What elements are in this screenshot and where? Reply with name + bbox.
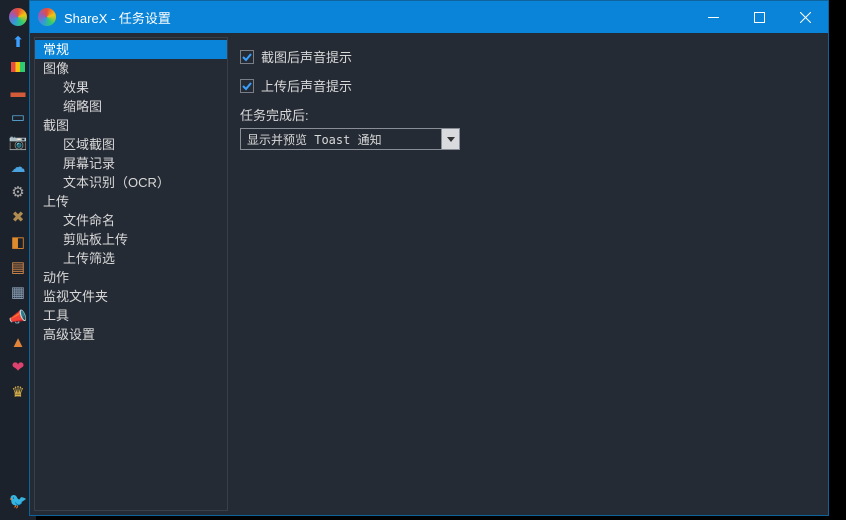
tree-item[interactable]: 区域截图	[35, 135, 227, 154]
traffic-icon[interactable]: ▲	[7, 333, 29, 351]
tree-item[interactable]: 文本识别（OCR）	[35, 173, 227, 192]
settings-tree[interactable]: 常规图像效果缩略图截图区域截图屏幕记录文本识别（OCR）上传文件命名剪贴板上传上…	[34, 37, 228, 511]
window-title: ShareX - 任务设置	[64, 8, 171, 27]
settings-window: ShareX - 任务设置 常规图像效果缩略图截图区域截图屏幕记录文本识别（OC…	[29, 0, 829, 516]
tree-item[interactable]: 缩略图	[35, 97, 227, 116]
close-button[interactable]	[782, 1, 828, 33]
color-icon[interactable]: ◧	[7, 233, 29, 251]
cloud-icon[interactable]: ☁	[7, 158, 29, 176]
titlebar: ShareX - 任务设置	[30, 1, 828, 33]
camera-icon[interactable]: 📷	[7, 133, 29, 151]
tree-item[interactable]: 截图	[35, 116, 227, 135]
gear-icon[interactable]: ⚙	[7, 183, 29, 201]
tree-item[interactable]: 上传	[35, 192, 227, 211]
checkbox-label: 截图后声音提示	[261, 47, 352, 66]
chevron-down-icon	[441, 129, 459, 149]
grid-icon[interactable]	[7, 58, 29, 76]
layers-icon[interactable]: ▦	[7, 283, 29, 301]
tree-item[interactable]: 监视文件夹	[35, 287, 227, 306]
tree-item[interactable]: 高级设置	[35, 325, 227, 344]
news-icon[interactable]: ▤	[7, 258, 29, 276]
crown-icon[interactable]: ♛	[7, 383, 29, 401]
tree-item[interactable]: 剪贴板上传	[35, 230, 227, 249]
twitter-icon[interactable]: 🐦	[7, 492, 29, 510]
heart-icon[interactable]: ❤	[7, 358, 29, 376]
settings-content-panel: 截图后声音提示 上传后声音提示 任务完成后: 显示并预览 Toast 通知	[228, 33, 828, 515]
right-margin	[829, 0, 846, 520]
wrench-icon[interactable]: ✖	[7, 208, 29, 226]
tree-item[interactable]: 常规	[35, 40, 227, 59]
tree-item[interactable]: 图像	[35, 59, 227, 78]
play-sound-after-upload-checkbox[interactable]: 上传后声音提示	[240, 76, 816, 95]
play-sound-after-capture-checkbox[interactable]: 截图后声音提示	[240, 47, 816, 66]
after-task-label: 任务完成后:	[240, 105, 816, 124]
tree-item[interactable]: 上传筛选	[35, 249, 227, 268]
minimize-button[interactable]	[690, 1, 736, 33]
checkbox-icon	[240, 50, 254, 64]
tree-item[interactable]: 工具	[35, 306, 227, 325]
checkbox-icon	[240, 79, 254, 93]
home-icon[interactable]: ⬆	[7, 33, 29, 51]
briefcase-icon[interactable]: ▬	[7, 83, 29, 101]
logo-icon[interactable]	[9, 8, 27, 26]
maximize-button[interactable]	[736, 1, 782, 33]
tree-item[interactable]: 效果	[35, 78, 227, 97]
tree-item[interactable]: 文件命名	[35, 211, 227, 230]
window-body: 常规图像效果缩略图截图区域截图屏幕记录文本识别（OCR）上传文件命名剪贴板上传上…	[30, 33, 828, 515]
after-task-dropdown[interactable]: 显示并预览 Toast 通知	[240, 128, 460, 150]
app-icon	[38, 8, 56, 26]
tree-item[interactable]: 动作	[35, 268, 227, 287]
checkbox-label: 上传后声音提示	[261, 76, 352, 95]
dropdown-value: 显示并预览 Toast 通知	[241, 131, 441, 148]
tree-item[interactable]: 屏幕记录	[35, 154, 227, 173]
window-icon[interactable]: ▭	[7, 108, 29, 126]
megaphone-icon[interactable]: 📣	[7, 308, 29, 326]
